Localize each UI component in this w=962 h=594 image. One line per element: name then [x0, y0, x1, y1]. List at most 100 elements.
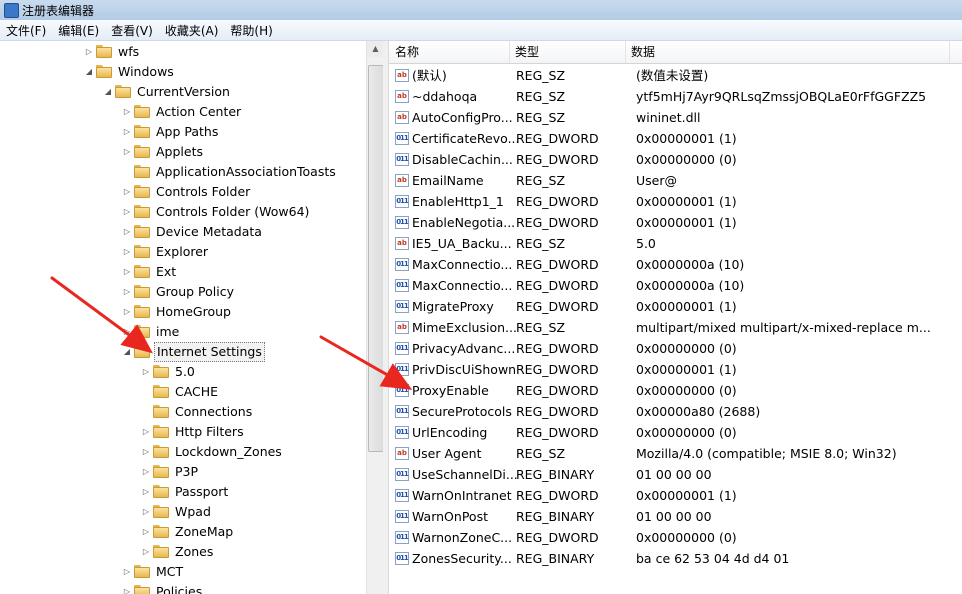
value-row[interactable]: 011 UseSchannelDi... REG_BINARY 01 00 00 00	[389, 464, 962, 485]
binary-value-icon: 011	[395, 426, 409, 439]
binary-value-icon: 011	[395, 132, 409, 145]
collapsed-arrow-icon[interactable]: ▷	[141, 442, 151, 462]
tree-node[interactable]: CACHE	[0, 382, 366, 402]
collapsed-arrow-icon[interactable]: ▷	[84, 42, 94, 62]
value-row[interactable]: ab ~ddahoqa REG_SZ ytf5mHj7Ayr9QRLsqZmssjOB…	[389, 86, 962, 107]
value-row[interactable]: 011 WarnOnPost REG_BINARY 01 00 00 00	[389, 506, 962, 527]
tree-node[interactable]: ▷ Http Filters	[0, 422, 366, 442]
value-row[interactable]: 011 ProxyEnable REG_DWORD 0x00000000 (0)	[389, 380, 962, 401]
tree-node[interactable]: ▷ Applets	[0, 142, 366, 162]
collapsed-arrow-icon[interactable]: ▷	[122, 282, 132, 302]
collapsed-arrow-icon[interactable]: ▷	[141, 522, 151, 542]
scroll-up-button[interactable]: ▲	[367, 41, 384, 57]
value-row[interactable]: 011 WarnOnIntranet REG_DWORD 0x00000001 (1)	[389, 485, 962, 506]
menu-edit[interactable]: 编辑(E)	[52, 20, 105, 39]
value-row[interactable]: 011 MaxConnectio... REG_DWORD 0x0000000a (1…	[389, 254, 962, 275]
collapsed-arrow-icon[interactable]: ▷	[122, 142, 132, 162]
tree-node[interactable]: ▷ App Paths	[0, 122, 366, 142]
value-row[interactable]: ab AutoConfigPro... REG_SZ wininet.dll	[389, 107, 962, 128]
value-row[interactable]: 011 MaxConnectio... REG_DWORD 0x0000000a (1…	[389, 275, 962, 296]
value-row[interactable]: 011 EnableNegotia... REG_DWORD 0x00000001 (…	[389, 212, 962, 233]
tree-node[interactable]: ApplicationAssociationToasts	[0, 162, 366, 182]
value-row[interactable]: 011 WarnonZoneC... REG_DWORD 0x00000000 (0)	[389, 527, 962, 548]
column-name[interactable]: 名称	[389, 41, 510, 63]
menu-favorites[interactable]: 收藏夹(A)	[159, 20, 225, 39]
collapsed-arrow-icon[interactable]: ▷	[141, 462, 151, 482]
collapsed-arrow-icon[interactable]: ▷	[122, 242, 132, 262]
menu-view[interactable]: 查看(V)	[105, 20, 159, 39]
collapsed-arrow-icon[interactable]: ▷	[141, 502, 151, 522]
tree-node[interactable]: ▷ Lockdown_Zones	[0, 442, 366, 462]
tree-node[interactable]: ▷ ZoneMap	[0, 522, 366, 542]
tree-node[interactable]: ▷ Controls Folder (Wow64)	[0, 202, 366, 222]
value-row[interactable]: 011 ZonesSecurity... REG_BINARY ba ce 62 53…	[389, 548, 962, 569]
value-data: ytf5mHj7Ayr9QRLsqZmssjOBQLaE0rFfGGFZZ5	[636, 89, 927, 104]
collapsed-arrow-icon[interactable]: ▷	[122, 582, 132, 594]
tree-node[interactable]: ▷ Ext	[0, 262, 366, 282]
tree-node[interactable]: ▷ HomeGroup	[0, 302, 366, 322]
value-row[interactable]: 011 SecureProtocols REG_DWORD 0x00000a80 (2…	[389, 401, 962, 422]
tree-scrollbar[interactable]: ▲	[366, 41, 384, 594]
value-type: REG_BINARY	[516, 551, 595, 566]
tree-node[interactable]: ▷ Policies	[0, 582, 366, 594]
value-row[interactable]: ab User Agent REG_SZ Mozilla/4.0 (compatibl…	[389, 443, 962, 464]
expanded-arrow-icon[interactable]: ◢	[84, 62, 94, 82]
collapsed-arrow-icon[interactable]: ▷	[122, 222, 132, 242]
collapsed-arrow-icon[interactable]: ▷	[122, 262, 132, 282]
tree-node[interactable]: ▷ Controls Folder	[0, 182, 366, 202]
collapsed-arrow-icon[interactable]: ▷	[122, 302, 132, 322]
value-row[interactable]: ab MimeExclusion... REG_SZ multipart/mixed …	[389, 317, 962, 338]
tree-node[interactable]: ▷ Action Center	[0, 102, 366, 122]
tree-node[interactable]: ▷ P3P	[0, 462, 366, 482]
collapsed-arrow-icon[interactable]: ▷	[141, 542, 151, 562]
value-row[interactable]: 011 CertificateRevo... REG_DWORD 0x00000001…	[389, 128, 962, 149]
expanded-arrow-icon[interactable]: ◢	[122, 342, 132, 362]
string-value-icon: ab	[395, 111, 409, 124]
value-data: 0x00000001 (1)	[636, 362, 737, 377]
tree-node[interactable]: ◢ Windows	[0, 62, 366, 82]
value-row[interactable]: ab (默认) REG_SZ (数值未设置)	[389, 65, 962, 86]
menu-help[interactable]: 帮助(H)	[224, 20, 278, 39]
tree-node[interactable]: ▷ Device Metadata	[0, 222, 366, 242]
tree-node[interactable]: ▷ Zones	[0, 542, 366, 562]
tree-node[interactable]: ▷ 5.0	[0, 362, 366, 382]
folder-icon	[134, 245, 150, 258]
value-row[interactable]: 011 MigrateProxy REG_DWORD 0x00000001 (1)	[389, 296, 962, 317]
tree-node[interactable]: ▷ Group Policy	[0, 282, 366, 302]
collapsed-arrow-icon[interactable]: ▷	[122, 182, 132, 202]
value-row[interactable]: 011 UrlEncoding REG_DWORD 0x00000000 (0)	[389, 422, 962, 443]
expanded-arrow-icon[interactable]: ◢	[103, 82, 113, 102]
tree-node[interactable]: Connections	[0, 402, 366, 422]
tree-node[interactable]: ▷ MCT	[0, 562, 366, 582]
collapsed-arrow-icon[interactable]: ▷	[141, 362, 151, 382]
value-row[interactable]: 011 PrivDiscUiShown REG_DWORD 0x00000001 (1…	[389, 359, 962, 380]
tree-node[interactable]: ▷ Explorer	[0, 242, 366, 262]
value-row[interactable]: 011 EnableHttp1_1 REG_DWORD 0x00000001 (1)	[389, 191, 962, 212]
collapsed-arrow-icon[interactable]: ▷	[122, 122, 132, 142]
value-row[interactable]: ab EmailName REG_SZ User@	[389, 170, 962, 191]
value-row[interactable]: 011 PrivacyAdvanc... REG_DWORD 0x00000000 (…	[389, 338, 962, 359]
value-type: REG_DWORD	[516, 383, 599, 398]
collapsed-arrow-icon[interactable]: ▷	[141, 482, 151, 502]
binary-value-icon: 011	[395, 342, 409, 355]
column-data[interactable]: 数据	[625, 41, 950, 63]
tree-node[interactable]: ▷ Passport	[0, 482, 366, 502]
value-row[interactable]: ab IE5_UA_Backu... REG_SZ 5.0	[389, 233, 962, 254]
menu-file[interactable]: 文件(F)	[0, 20, 52, 39]
tree-node[interactable]: ▷ ime	[0, 322, 366, 342]
collapsed-arrow-icon[interactable]: ▷	[122, 322, 132, 342]
tree-node[interactable]: ▷ Wpad	[0, 502, 366, 522]
value-row[interactable]: 011 DisableCachin... REG_DWORD 0x00000000 (…	[389, 149, 962, 170]
collapsed-arrow-icon[interactable]: ▷	[122, 102, 132, 122]
tree-node[interactable]: ▷ wfs	[0, 42, 366, 62]
tree-node[interactable]: ◢ Internet Settings	[0, 342, 366, 362]
column-type[interactable]: 类型	[509, 41, 626, 63]
scroll-thumb[interactable]	[368, 65, 384, 452]
collapsed-arrow-icon[interactable]: ▷	[122, 202, 132, 222]
value-data: wininet.dll	[636, 110, 701, 125]
tree-node[interactable]: ◢ CurrentVersion	[0, 82, 366, 102]
value-name: WarnOnPost	[412, 509, 488, 524]
collapsed-arrow-icon[interactable]: ▷	[141, 422, 151, 442]
registry-tree[interactable]: ▷ wfs ◢ Windows ◢ CurrentVersion ▷ Action Cente…	[0, 41, 383, 594]
collapsed-arrow-icon[interactable]: ▷	[122, 562, 132, 582]
